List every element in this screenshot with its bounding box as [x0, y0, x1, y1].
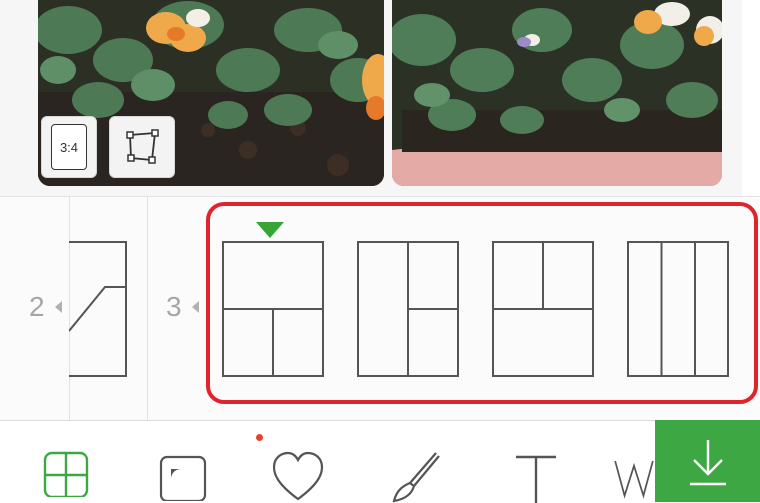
group-divider	[147, 197, 148, 421]
group-count-3: 3	[166, 291, 182, 322]
heart-icon	[272, 451, 324, 501]
flower-photo-right	[392, 0, 722, 186]
toolbar-frame-button[interactable]	[155, 449, 211, 503]
download-icon	[689, 440, 726, 486]
new-badge-dot	[256, 434, 263, 441]
layout-option-2-partial[interactable]	[69, 241, 127, 377]
photo-canvas: 3:4	[0, 0, 760, 196]
freeform-crop-button[interactable]	[109, 116, 175, 178]
toolbar-brush-button[interactable]	[386, 449, 442, 503]
save-download-button[interactable]	[655, 420, 760, 502]
photo-cell-right[interactable]	[392, 0, 722, 186]
frame-icon	[159, 455, 207, 501]
brush-icon	[392, 452, 440, 503]
caret-left-icon	[55, 301, 62, 313]
highlight-annotation	[206, 202, 758, 404]
aspect-ratio-label: 3:4	[59, 139, 79, 155]
layout-diagonal-icon	[69, 241, 127, 377]
freeform-crop-icon	[126, 129, 159, 164]
bottom-toolbar	[0, 420, 760, 503]
photo-gap	[742, 0, 760, 196]
group-count-2: 2	[29, 291, 45, 322]
toolbar-watermark-button[interactable]	[612, 449, 656, 503]
toolbar-sticker-button[interactable]	[270, 449, 326, 503]
aspect-ratio-icon: 3:4	[51, 124, 87, 170]
text-icon	[516, 455, 556, 503]
toolbar-text-button[interactable]	[508, 449, 564, 503]
toolbar-layout-button[interactable]	[38, 449, 94, 503]
caret-left-icon	[192, 301, 199, 313]
layout-icon	[43, 451, 89, 497]
watermark-icon	[614, 460, 654, 499]
aspect-ratio-button[interactable]: 3:4	[41, 116, 97, 178]
